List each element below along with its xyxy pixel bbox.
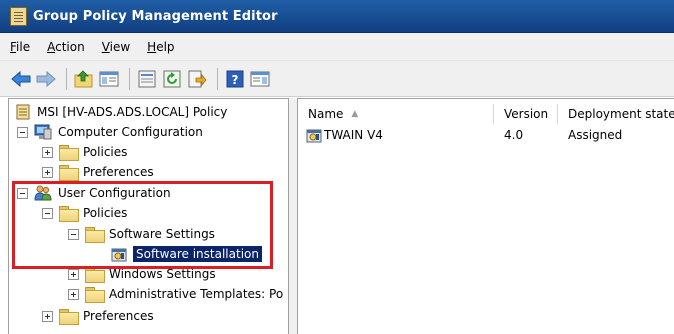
show-hide-action-pane-icon[interactable] (249, 68, 271, 90)
details-pane: Name ▲ Version Deployment state TWAIN V4… (297, 98, 674, 334)
column-headers: Name ▲ Version Deployment state (298, 104, 674, 124)
package-version: 4.0 (504, 128, 524, 142)
column-header-deployment-state[interactable]: Deployment state (558, 104, 674, 124)
package-name: TWAIN V4 (324, 128, 383, 142)
policy-editor-app-icon (10, 6, 27, 26)
svg-text:?: ? (232, 73, 239, 87)
toolbar-separator (217, 67, 218, 90)
tree-item-label: Computer Configuration (58, 125, 203, 139)
menu-view[interactable]: View (102, 40, 130, 54)
menu-file[interactable]: File (10, 40, 30, 54)
toolbar-separator (129, 67, 130, 90)
folder-icon (59, 145, 79, 161)
policy-document-icon (15, 104, 31, 120)
tree-item-root-policy[interactable]: MSI [HV-ADS.ADS.LOCAL] Policy (15, 102, 227, 122)
toolbar-separator (66, 67, 67, 90)
back-arrow-icon[interactable] (10, 68, 32, 90)
export-list-icon[interactable] (186, 68, 208, 90)
folder-icon (85, 267, 105, 283)
sort-ascending-icon: ▲ (351, 109, 359, 119)
refresh-icon[interactable] (161, 68, 183, 90)
expand-toggle[interactable] (68, 268, 79, 280)
menu-action[interactable]: Action (47, 40, 85, 54)
package-icon (306, 127, 322, 143)
computer-icon (34, 124, 52, 140)
tree-item-label: Preferences (83, 165, 154, 179)
column-header-name[interactable]: Name ▲ (298, 104, 494, 124)
tree-item-label: Policies (83, 145, 128, 159)
tree-item-label: MSI [HV-ADS.ADS.LOCAL] Policy (37, 105, 228, 119)
pane-splitter[interactable] (289, 98, 297, 334)
tree-item-label: Windows Settings (109, 267, 216, 281)
toolbar: ? (0, 61, 674, 97)
up-folder-icon[interactable] (73, 68, 95, 90)
collapse-toggle[interactable] (17, 126, 28, 138)
show-hide-tree-icon[interactable] (98, 68, 120, 90)
expand-toggle[interactable] (68, 288, 79, 300)
tree-item-label: Preferences (83, 309, 154, 323)
expand-toggle[interactable] (42, 146, 53, 158)
menu-help[interactable]: Help (147, 40, 174, 54)
tree-item-administrative-templates[interactable]: Administrative Templates: Po (68, 284, 283, 304)
tree-item-cc-policies[interactable]: Policies (42, 142, 127, 162)
package-deployment-state: Assigned (568, 128, 623, 142)
tree-item-label: Administrative Templates: Po (109, 287, 284, 301)
folder-icon (59, 309, 79, 325)
expand-toggle[interactable] (42, 166, 53, 178)
menu-bar: File Action View Help (0, 33, 674, 61)
tree-item-computer-configuration[interactable]: Computer Configuration (17, 122, 203, 142)
title-bar: Group Policy Management Editor (0, 0, 674, 33)
annotation-highlight-box (12, 181, 273, 269)
tree-item-cc-preferences[interactable]: Preferences (42, 162, 154, 182)
expand-toggle[interactable] (42, 310, 53, 322)
list-item[interactable]: TWAIN V4 4.0 Assigned (298, 125, 674, 145)
help-icon[interactable]: ? (224, 68, 246, 90)
properties-icon[interactable] (136, 68, 158, 90)
folder-icon (85, 287, 105, 303)
forward-arrow-icon[interactable] (35, 68, 57, 90)
folder-icon (59, 165, 79, 181)
tree-item-uc-preferences[interactable]: Preferences (42, 306, 154, 326)
column-header-version[interactable]: Version (494, 104, 558, 124)
window-title: Group Policy Management Editor (33, 8, 278, 24)
